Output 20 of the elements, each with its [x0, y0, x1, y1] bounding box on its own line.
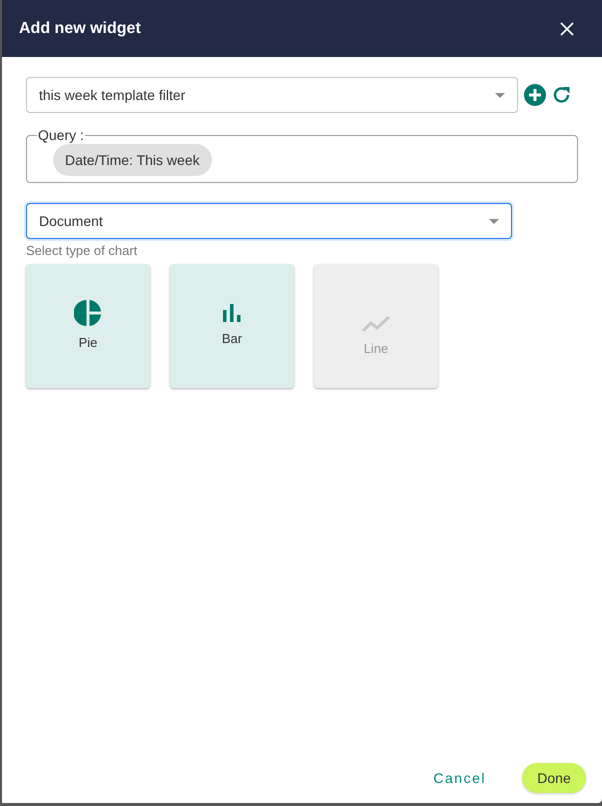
bar-chart-icon — [222, 302, 242, 323]
dialog-title: Add new widget — [19, 18, 141, 38]
select-field[interactable]: Document — [26, 203, 512, 239]
query-legend: Query : — [37, 125, 85, 146]
filter-chip[interactable]: Date/Time: This week — [53, 144, 212, 176]
caret-icon — [489, 218, 499, 224]
refresh-icon[interactable] — [552, 85, 572, 105]
close-icon[interactable] — [560, 22, 574, 36]
done-button[interactable]: Done — [522, 763, 586, 793]
add-icon[interactable] — [524, 84, 546, 106]
select-value: this week template filter — [39, 86, 186, 105]
chart-type-label: Select type of chart — [26, 242, 138, 260]
cancel-button[interactable]: Cancel — [429, 762, 490, 794]
chart-type-card[interactable]: Pie — [26, 264, 150, 388]
pie-chart-icon — [74, 298, 102, 327]
select-field[interactable]: this week template filter — [26, 77, 518, 113]
chart-type-card[interactable]: Bar — [170, 264, 294, 388]
line-chart-icon — [362, 314, 390, 333]
select-value: Document — [39, 212, 103, 230]
caret-icon — [495, 92, 505, 98]
